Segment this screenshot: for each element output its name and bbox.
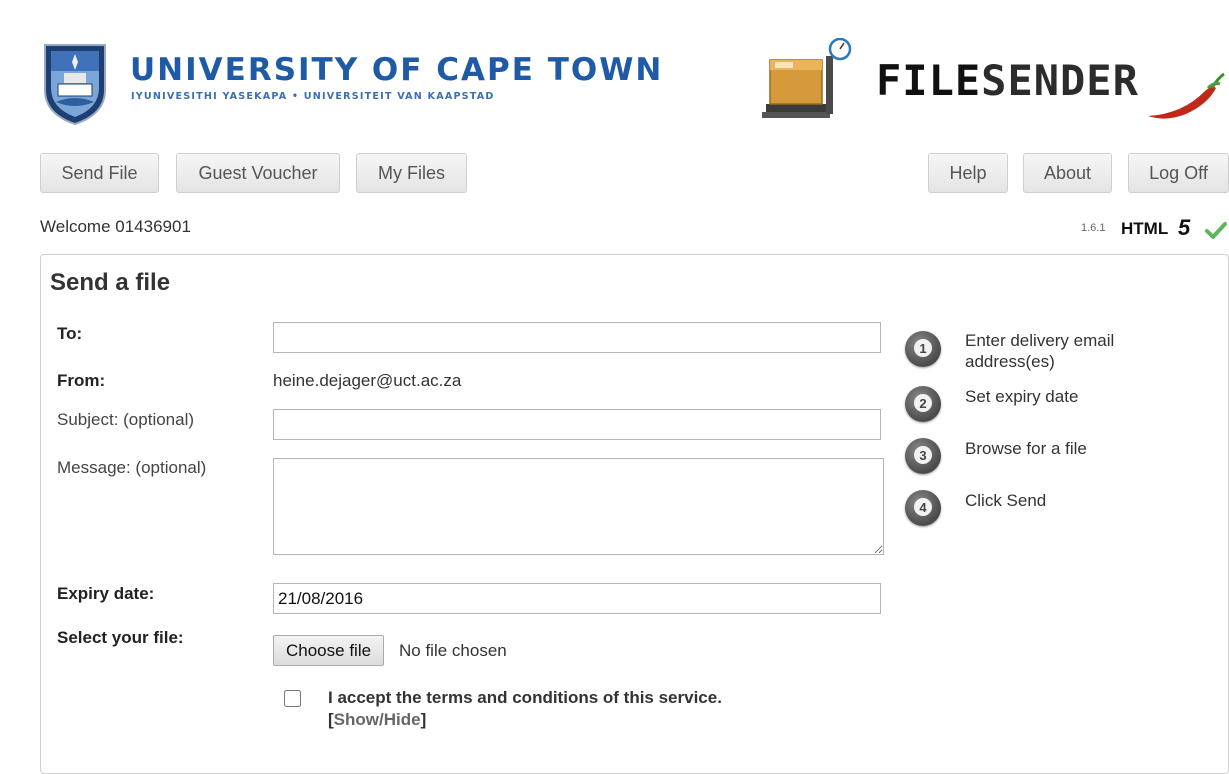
step-3-icon: 3 [905,438,941,474]
step-4-text: Click Send [965,491,1047,510]
checkmark-icon [1205,221,1227,241]
terms-checkbox[interactable] [284,690,301,707]
university-name: UNIVERSITY OF CAPE TOWN [130,52,664,88]
step-number: 4 [914,498,932,516]
uct-crest-icon [42,42,108,126]
filesender-logo-part1: FILE [876,56,982,105]
message-field[interactable] [273,458,884,555]
expiry-date-label: Expiry date: [57,584,155,603]
subject-label: Subject: (optional) [57,410,195,429]
expiry-date-field[interactable] [273,583,881,614]
subject-field[interactable] [273,409,881,440]
choose-file-button[interactable]: Choose file [273,635,385,666]
package-scale-icon [760,37,860,120]
help-button[interactable]: Help [928,153,1008,193]
guest-voucher-button[interactable]: Guest Voucher [176,153,340,193]
step-number: 2 [914,394,932,412]
show-hide-terms: [Show/Hide] [328,710,426,730]
filesender-logo-text: FILESENDER [876,58,1139,104]
message-label: Message: (optional) [57,458,207,477]
from-label: From: [57,371,106,390]
about-button[interactable]: About [1023,153,1112,193]
html5-label: HTML [1121,219,1169,238]
send-file-button[interactable]: Send File [40,153,159,193]
to-field[interactable] [273,322,881,353]
step-1-icon: 1 [905,331,941,367]
welcome-message: Welcome 01436901 [40,217,191,236]
filesender-logo-part2: SENDER [981,56,1139,105]
step-2-text: Set expiry date [965,387,1079,406]
my-files-button[interactable]: My Files [356,153,467,193]
step-1-text: Enter delivery email address(es) [965,331,1115,371]
step-3-text: Browse for a file [965,439,1087,458]
select-file-label: Select your file: [57,628,184,647]
log-off-button[interactable]: Log Off [1128,153,1229,193]
version-number: 1.6.1 [1081,222,1106,234]
show-hide-close-bracket: ] [420,710,427,729]
step-number: 1 [914,339,932,357]
chili-pepper-icon [1142,70,1226,122]
step-2-icon: 2 [905,386,941,422]
step-number: 3 [914,446,932,464]
no-file-chosen-text: No file chosen [399,641,507,660]
show-hide-link[interactable]: Show/Hide [334,710,421,729]
terms-label: I accept the terms and conditions of thi… [328,688,722,707]
to-label: To: [57,324,83,343]
step-4-icon: 4 [905,490,941,526]
html5-five: 5 [1178,215,1191,240]
from-value: heine.dejager@uct.ac.za [273,371,462,390]
university-subtitle: IYUNIVESITHI YASEKAPA • UNIVERSITEIT VAN… [131,91,495,102]
panel-title: Send a file [50,269,171,296]
